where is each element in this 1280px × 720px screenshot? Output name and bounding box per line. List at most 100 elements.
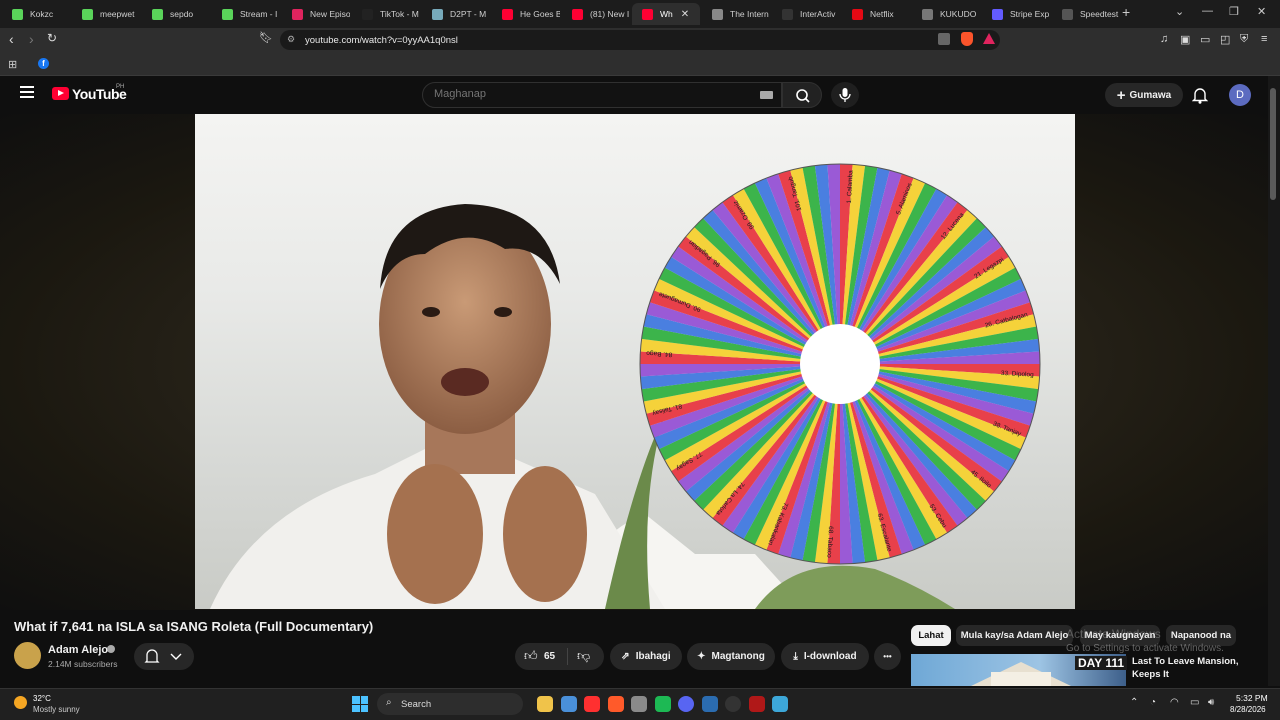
download-button[interactable]: ⤓ I-download [781, 643, 869, 670]
tab-label: sepdo [170, 9, 194, 19]
guide-menu-icon[interactable] [20, 86, 34, 98]
youtube-logo-icon[interactable] [52, 87, 69, 100]
browser-tab[interactable]: New Episo [282, 3, 350, 25]
browser-tab[interactable]: Stripe Exp [982, 3, 1050, 25]
tab-favicon-icon [292, 8, 303, 20]
search-button[interactable] [782, 82, 822, 108]
voice-search-button[interactable] [831, 82, 859, 108]
taskbar-app-icon[interactable] [607, 696, 624, 712]
media-icon[interactable]: ♫ [1160, 33, 1168, 45]
taskbar-app-icon[interactable] [678, 696, 694, 712]
vpn-icon[interactable]: ⛨ [1240, 33, 1248, 46]
taskbar-app-icon[interactable] [631, 696, 647, 712]
bell-chevron-icon [144, 649, 182, 663]
minimize-icon[interactable]: — [1202, 5, 1213, 17]
subscription-bell-button[interactable] [134, 643, 194, 670]
back-icon[interactable]: ‹ [9, 31, 14, 47]
taskbar-search[interactable]: Search [377, 693, 523, 715]
taskbar-app-icon[interactable] [725, 696, 741, 712]
notifications-bell-icon[interactable] [1192, 86, 1208, 104]
ask-button[interactable]: ✦ Magtanong [687, 643, 775, 670]
close-window-icon[interactable]: ✕ [1257, 5, 1266, 18]
browser-tab[interactable]: Speedtest [1052, 3, 1120, 25]
like-icon[interactable]: 👍︎ [524, 648, 538, 664]
clock-date[interactable]: 8/28/2026 [1230, 705, 1266, 714]
more-actions-button[interactable]: ••• [874, 643, 901, 670]
taskbar-app-icon[interactable] [701, 696, 718, 712]
taskbar-app-icon[interactable] [654, 696, 671, 712]
brave-rewards-icon[interactable] [983, 33, 995, 44]
browser-tab[interactable]: Wh ✕ [632, 3, 700, 25]
weather-description[interactable]: Mostly sunny [33, 705, 80, 714]
site-info-icon[interactable]: ⚙︎ [287, 34, 295, 45]
browser-tab[interactable]: He Goes B [492, 3, 560, 25]
recommended-title[interactable]: Last To Leave Mansion, Keeps It [1132, 655, 1267, 681]
browser-tab[interactable]: meepwet [72, 3, 140, 25]
translate-icon[interactable] [938, 33, 950, 45]
weather-temperature[interactable]: 32°C [33, 694, 51, 703]
close-tab-icon[interactable]: ✕ [681, 9, 689, 20]
search-input[interactable] [434, 88, 734, 100]
apps-grid-icon[interactable]: ⊞ [8, 58, 17, 71]
chip-from-channel[interactable]: Mula kay/sa Adam Alejo [956, 625, 1073, 646]
browser-tab[interactable]: Netflix [842, 3, 910, 25]
browser-tab[interactable]: KUKUDO [912, 3, 980, 25]
url-text[interactable]: youtube.com/watch?v=0yyAA1q0nsl [305, 35, 458, 46]
tab-favicon-icon [12, 8, 23, 20]
tray-overflow-icon[interactable]: ⌃ [1130, 697, 1138, 708]
create-button[interactable]: + Gumawa [1105, 83, 1183, 107]
taskbar-app-icon[interactable] [537, 696, 553, 712]
facebook-bookmark-icon[interactable]: f [38, 58, 49, 69]
tab-label: Stream - I [240, 9, 278, 19]
browser-tab[interactable]: The Intern [702, 3, 770, 25]
tray-volume-icon[interactable]: 🔊︎ [1208, 697, 1214, 708]
browser-tab[interactable]: Kokzc [2, 3, 70, 25]
brave-shields-icon[interactable] [961, 32, 973, 46]
tray-network-icon[interactable]: ◔ [1150, 697, 1156, 708]
windows-start-icon[interactable] [352, 696, 368, 712]
account-avatar[interactable]: D [1229, 84, 1251, 106]
download-label: I-download [803, 651, 857, 662]
dislike-icon[interactable]: 👎︎ [577, 648, 590, 664]
sidebar-toggle-icon[interactable]: ▣ [1180, 33, 1190, 46]
browser-tab[interactable]: (81) New I [562, 3, 630, 25]
browser-tab[interactable]: TikTok - M [352, 3, 420, 25]
clock-time[interactable]: 5:32 PM [1236, 693, 1268, 703]
wallet-icon[interactable]: ▭ [1200, 33, 1210, 46]
taskbar-app-icon[interactable] [584, 696, 600, 712]
left-eye [422, 307, 440, 317]
keyboard-icon[interactable] [760, 91, 773, 99]
taskbar-search-icon: ⌕ [386, 697, 392, 708]
taskbar-search-label: Search [401, 698, 432, 710]
taskbar-app-icon[interactable] [560, 696, 577, 712]
browser-menu-icon[interactable]: ≡ [1261, 33, 1267, 45]
tray-display-icon[interactable]: ▭ [1190, 697, 1199, 708]
video-player[interactable]: 1. Calamba 5. Alaminos 12. Lucena 21. Legaz… [195, 114, 1075, 609]
chip-all[interactable]: Lahat [911, 625, 951, 646]
extensions-icon[interactable]: ◰ [1220, 33, 1230, 46]
browser-tab[interactable]: sepdo [142, 3, 210, 25]
bookmark-icon[interactable]: 🔖︎ [259, 31, 273, 44]
like-count[interactable]: 65 [544, 651, 555, 662]
sparkle-icon: ✦ [697, 651, 706, 662]
tray-wifi-icon[interactable]: ◠ [1170, 697, 1179, 708]
scrollbar-thumb[interactable] [1270, 88, 1276, 200]
activate-windows-watermark: Activate Windows [1066, 627, 1161, 641]
reload-icon[interactable]: ↻ [47, 31, 57, 45]
tab-favicon-icon [1062, 8, 1073, 20]
forward-icon[interactable]: › [29, 31, 34, 47]
new-tab-button[interactable]: + [1122, 4, 1130, 20]
browser-tab[interactable]: Stream - I [212, 3, 280, 25]
browser-tab[interactable]: D2PT - M [422, 3, 490, 25]
channel-avatar[interactable] [14, 642, 41, 669]
share-button[interactable]: ⇗ Ibahagi [610, 643, 682, 670]
tab-search-icon[interactable]: ⌄ [1175, 5, 1184, 18]
download-icon: ⤓ [793, 651, 798, 662]
weather-sun-icon[interactable] [14, 696, 27, 709]
share-label: Ibahagi [635, 651, 671, 662]
taskbar-app-icon[interactable] [748, 696, 765, 712]
restore-icon[interactable]: ❐ [1229, 5, 1239, 18]
channel-name[interactable]: Adam Alejo [48, 644, 108, 656]
taskbar-app-icon[interactable] [772, 696, 788, 712]
browser-tab[interactable]: InterActiv [772, 3, 840, 25]
